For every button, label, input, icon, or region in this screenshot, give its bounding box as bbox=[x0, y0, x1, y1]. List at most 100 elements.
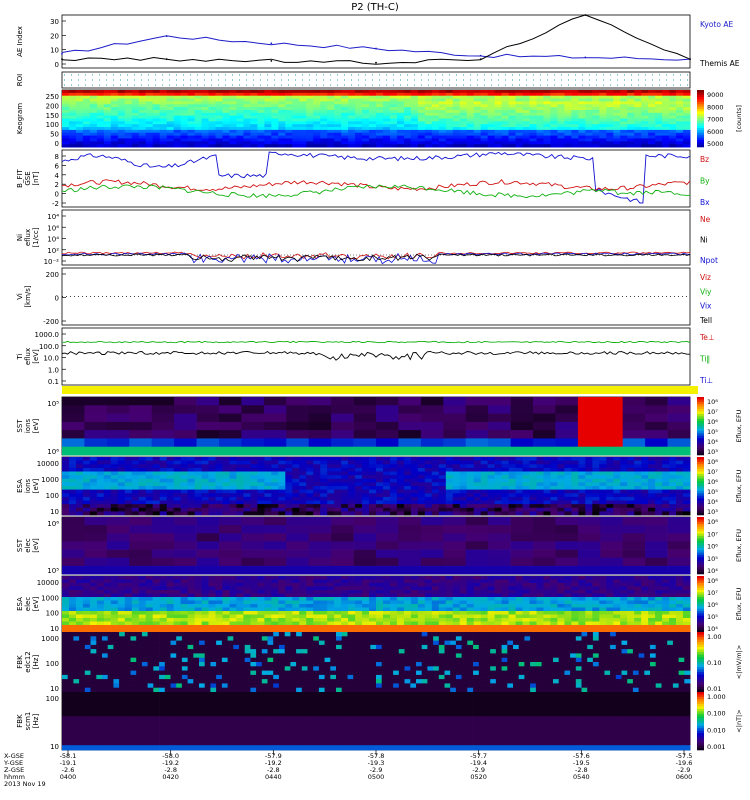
spectrogram-cell bbox=[110, 611, 119, 615]
spectrogram-cell bbox=[215, 507, 223, 512]
spectrogram-cell bbox=[124, 511, 133, 516]
spectrogram-cell bbox=[606, 607, 614, 612]
keogram-cell bbox=[403, 138, 412, 142]
keogram-cell bbox=[606, 98, 614, 102]
spectrogram-cell bbox=[103, 511, 112, 516]
spectrogram-cell bbox=[152, 482, 161, 487]
spectrogram-cell bbox=[285, 478, 293, 483]
keogram-cell bbox=[431, 135, 440, 139]
spectrogram-cell bbox=[620, 600, 628, 605]
keogram-cell bbox=[334, 141, 342, 145]
spectrogram-cell bbox=[417, 576, 426, 580]
spectrogram-cell bbox=[229, 590, 237, 594]
spectrogram-cell bbox=[201, 507, 209, 512]
spectrogram-cell bbox=[501, 604, 509, 608]
spectrogram-cell bbox=[480, 493, 489, 498]
spectrogram-cell bbox=[271, 597, 279, 601]
spectrogram-cell bbox=[466, 604, 475, 608]
spectrogram-cell bbox=[194, 493, 202, 498]
keogram-cell bbox=[641, 132, 649, 137]
keogram-cell bbox=[215, 124, 223, 128]
spectrogram-cell bbox=[494, 590, 502, 594]
spectrogram-cell bbox=[201, 604, 209, 608]
spectrogram-cell bbox=[634, 590, 642, 594]
keogram-cell bbox=[473, 92, 482, 97]
keogram-cell bbox=[417, 121, 426, 125]
keogram-cell bbox=[501, 124, 510, 128]
spectrogram-cell bbox=[257, 496, 265, 501]
spectrogram-cell bbox=[424, 618, 433, 622]
spectrogram-cell bbox=[390, 482, 398, 487]
spectrogram-cell bbox=[487, 583, 495, 587]
spectrogram-cell bbox=[89, 478, 98, 483]
spectrogram-cell bbox=[187, 586, 195, 591]
spectrogram-cell bbox=[508, 500, 516, 505]
keogram-cell bbox=[264, 101, 272, 105]
spectrogram-cell bbox=[438, 593, 447, 598]
spectrogram-cell bbox=[292, 478, 300, 483]
spectrogram-cell bbox=[443, 549, 467, 559]
keogram-cell bbox=[543, 107, 551, 111]
spectrogram-cell bbox=[459, 507, 468, 512]
spectrogram-cell bbox=[398, 446, 422, 456]
keogram-cell bbox=[271, 118, 279, 122]
keogram-cell bbox=[578, 135, 586, 139]
spectrogram-cell bbox=[201, 576, 209, 580]
keogram-cell bbox=[68, 129, 77, 134]
spectrogram-cell bbox=[606, 579, 614, 584]
spectrogram-cell bbox=[138, 590, 147, 594]
spectrogram-cell bbox=[571, 507, 579, 512]
spectrogram-cell bbox=[494, 611, 502, 615]
keogram-cell bbox=[606, 107, 614, 111]
spectrogram-cell bbox=[82, 583, 91, 587]
spectrogram-cell bbox=[550, 489, 558, 494]
keogram-cell bbox=[145, 107, 154, 111]
keogram-cell bbox=[627, 138, 635, 142]
keogram-cell bbox=[487, 109, 496, 114]
keogram-cell bbox=[529, 132, 537, 137]
keogram-cell bbox=[487, 104, 496, 108]
keogram-cell bbox=[103, 138, 112, 142]
tick-label: 6 bbox=[55, 162, 60, 170]
spectrogram-cell bbox=[131, 475, 140, 480]
spectrogram-cell bbox=[600, 405, 624, 414]
spectrogram-cell bbox=[488, 405, 511, 414]
keogram-cell bbox=[180, 138, 189, 142]
spectrogram-cell bbox=[466, 482, 475, 487]
spectrogram-cell bbox=[662, 478, 670, 483]
keogram-cell bbox=[145, 98, 154, 102]
keogram-cell bbox=[62, 104, 70, 108]
keogram-cell bbox=[508, 141, 517, 145]
keogram-cell bbox=[515, 135, 524, 139]
spectrogram-cell bbox=[508, 611, 516, 615]
spectrogram-cell bbox=[229, 614, 237, 619]
spectrogram-cell bbox=[69, 493, 77, 498]
keogram-cell bbox=[187, 107, 196, 111]
keogram-cell bbox=[299, 144, 307, 148]
spectrogram-cell bbox=[369, 493, 377, 498]
spectrogram-cell bbox=[152, 586, 161, 591]
spectrogram-cell bbox=[550, 607, 558, 612]
y-axis-label: ESA bbox=[16, 479, 24, 493]
keogram-cell bbox=[438, 135, 447, 139]
keogram-cell bbox=[599, 109, 607, 114]
keogram-cell bbox=[557, 132, 565, 137]
keogram-cell bbox=[68, 101, 77, 105]
keogram-cell bbox=[564, 138, 572, 142]
keogram-cell bbox=[264, 141, 272, 145]
spectrogram-cell bbox=[187, 496, 195, 501]
spectrogram-cell bbox=[662, 597, 670, 601]
spectrogram-cell bbox=[533, 517, 556, 526]
keogram-cell bbox=[166, 118, 175, 122]
keogram-cell bbox=[620, 107, 628, 111]
keogram-cell bbox=[236, 127, 244, 131]
spectrogram-cell bbox=[174, 405, 197, 414]
spectrogram-cell bbox=[152, 618, 161, 622]
keogram-cell bbox=[536, 90, 544, 94]
spectrogram-cell bbox=[452, 493, 461, 498]
keogram-cell bbox=[508, 132, 517, 137]
keogram-cell bbox=[431, 124, 440, 128]
spectrogram-cell bbox=[550, 496, 558, 501]
spectrogram-cell bbox=[529, 482, 537, 487]
spectrogram-cell bbox=[187, 600, 195, 605]
